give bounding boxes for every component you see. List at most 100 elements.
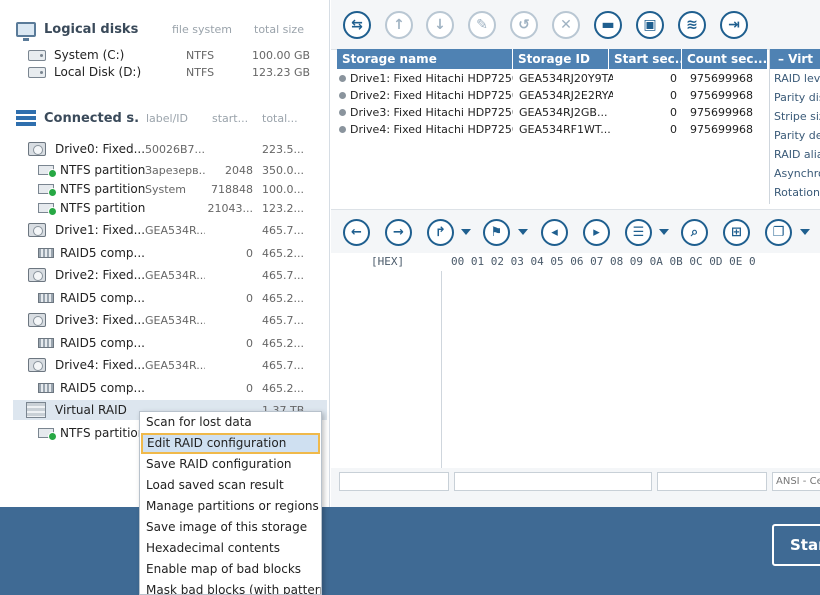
col-storage-name[interactable]: Storage name (337, 49, 513, 69)
storage-name: NTFS partition (60, 163, 146, 177)
storage-total: 465.7... (262, 358, 304, 372)
table-row[interactable]: Drive4: Fixed Hitachi HDP7250... GEA534RF… (337, 121, 767, 138)
chevron-down-icon[interactable] (461, 229, 471, 235)
raid-component-icon (38, 338, 54, 348)
hex-view[interactable] (331, 271, 820, 468)
menu-item-load-saved-scan-result[interactable]: Load saved scan result (140, 475, 321, 496)
partition-item[interactable]: NTFS partition System 718848 100.0... (0, 179, 329, 199)
partition-item[interactable]: NTFS partition Зарезерв... 2048 350.0... (0, 160, 329, 180)
drive-item[interactable]: Drive4: Fixed... GEA534R... 465.7... (0, 355, 329, 375)
partition-item[interactable]: RAID5 comp... 0 465.2... (0, 243, 329, 263)
status-dot-icon (339, 75, 346, 82)
menu-item-edit-raid-configuration[interactable]: Edit RAID configuration (141, 433, 320, 454)
menu-item-save-raid-configuration[interactable]: Save RAID configuration (140, 454, 321, 475)
bottom-bar: Star (0, 507, 820, 595)
properties-header[interactable]: – Virt (770, 49, 820, 69)
menu-item-manage-partitions-or-regions[interactable]: Manage partitions or regions (140, 496, 321, 517)
property-item[interactable]: Rotation s (770, 183, 820, 202)
value-field[interactable] (454, 472, 652, 491)
save-icon[interactable]: ▣ (636, 11, 664, 39)
partition-item[interactable]: RAID5 comp... 0 465.2... (0, 378, 329, 398)
back-arrow-icon[interactable]: ← (343, 219, 370, 246)
disk-icon (28, 66, 46, 78)
storage-total: 223.5... (262, 142, 304, 156)
partition-item[interactable]: NTFS partition 21043... 123.2... (0, 198, 329, 218)
partition-item[interactable]: RAID5 comp... 0 465.2... (0, 333, 329, 353)
start-button[interactable]: Star (772, 524, 820, 566)
edit-icon[interactable]: ✎ (468, 11, 496, 39)
encoding-field[interactable]: ANSI - Ce (772, 472, 820, 491)
hard-drive-icon (28, 142, 46, 156)
col-storage-id[interactable]: Storage ID (513, 49, 609, 69)
property-item[interactable]: RAID alias (770, 145, 820, 164)
storage-total: 100.0... (262, 182, 304, 196)
property-item[interactable]: Parity dist (770, 88, 820, 107)
layers-icon[interactable]: ≋ (678, 11, 706, 39)
close-icon[interactable]: ✕ (552, 11, 580, 39)
hex-toolbar: ← → ↱ ⚑ ◂ ▸ ☰ ⌕ ⊞ ❐ (331, 209, 820, 253)
property-item[interactable]: Asynchro (770, 164, 820, 183)
storage-table: Storage name Storage ID Start sec... Cou… (337, 49, 767, 204)
storage-label: GEA534R... (145, 358, 205, 372)
partition-item[interactable]: RAID5 comp... 0 465.2... (0, 288, 329, 308)
grid-icon[interactable]: ⊞ (723, 219, 750, 246)
cell-count: 975699968 (690, 89, 753, 102)
selection-field[interactable] (657, 472, 767, 491)
storage-start: 0 (246, 291, 253, 305)
down-arrow-icon[interactable]: ↓ (426, 11, 454, 39)
list-icon[interactable]: ☰ (625, 219, 652, 246)
exit-icon[interactable]: ⇥ (720, 11, 748, 39)
property-item[interactable]: RAID leve (770, 69, 820, 88)
table-row[interactable]: Drive3: Fixed Hitachi HDP7250... GEA534RJ… (337, 104, 767, 121)
cell-name: Drive4: Fixed Hitachi HDP7250... (350, 123, 513, 136)
col-total: total... (262, 111, 298, 125)
chevron-down-icon[interactable] (518, 229, 528, 235)
hex-column-offsets: 00 01 02 03 04 05 06 07 08 09 0A 0B 0C 0… (451, 255, 756, 268)
tag-right-icon[interactable]: ▸ (583, 219, 610, 246)
tag-left-icon[interactable]: ◂ (541, 219, 568, 246)
search-icon[interactable]: ⌕ (681, 219, 708, 246)
storage-total: 465.2... (262, 381, 304, 395)
hex-mode-label: [HEX] (371, 255, 405, 268)
property-item[interactable]: Stripe size (770, 107, 820, 126)
col-start-sector[interactable]: Start sec... (609, 49, 682, 69)
copy-icon[interactable]: ❐ (765, 219, 792, 246)
col-total-size: total size (254, 22, 304, 36)
drive-item[interactable]: Drive0: Fixed... 50026B7... 223.5... (0, 139, 329, 159)
raid-icon[interactable]: ⇆ (343, 11, 371, 39)
storage-name: NTFS partition (60, 201, 146, 215)
chevron-down-icon[interactable] (659, 229, 669, 235)
storage-start: 0 (246, 246, 253, 260)
property-item[interactable]: Parity del (770, 126, 820, 145)
undo-icon[interactable]: ↺ (510, 11, 538, 39)
table-row[interactable]: Drive1: Fixed Hitachi HDP7250... GEA534RJ… (337, 70, 767, 87)
col-count-sector[interactable]: Count sec... (682, 49, 767, 69)
storage-table-header: Storage name Storage ID Start sec... Cou… (337, 49, 767, 69)
connected-title: Connected s... (44, 110, 139, 126)
storage-label: System (145, 182, 187, 196)
menu-item-enable-map-of-bad-blocks[interactable]: Enable map of bad blocks (140, 559, 321, 580)
menu-item-scan-for-lost-data[interactable]: Scan for lost data (140, 412, 321, 433)
menu-item-mask-bad-blocks-with-pattern[interactable]: Mask bad blocks (with pattern) (140, 580, 321, 594)
cell-name: Drive3: Fixed Hitachi HDP7250... (350, 106, 513, 119)
hard-drive-icon (28, 358, 46, 372)
logical-disk-item[interactable]: Local Disk (D:) NTFS 123.23 GB (0, 62, 329, 82)
partition-icon (38, 203, 57, 216)
server-icon (16, 110, 36, 126)
col-label: label/ID (146, 111, 189, 125)
partition-icon (38, 165, 57, 178)
folder-icon[interactable]: ▬ (594, 11, 622, 39)
offset-field[interactable] (339, 472, 449, 491)
chevron-down-icon[interactable] (800, 229, 810, 235)
main-toolbar: ⇆ ↑ ↓ ✎ ↺ ✕ ▬ ▣ ≋ ⇥ (331, 0, 820, 50)
up-arrow-icon[interactable]: ↑ (385, 11, 413, 39)
menu-item-save-image-of-this-storage[interactable]: Save image of this storage (140, 517, 321, 538)
table-row[interactable]: Drive2: Fixed Hitachi HDP7250... GEA534RJ… (337, 87, 767, 104)
menu-item-hexadecimal-contents[interactable]: Hexadecimal contents (140, 538, 321, 559)
forward-arrow-icon[interactable]: → (385, 219, 412, 246)
redirect-arrow-icon[interactable]: ↱ (427, 219, 454, 246)
drive-item[interactable]: Drive2: Fixed... GEA534R... 465.7... (0, 265, 329, 285)
drive-item[interactable]: Drive3: Fixed... GEA534R... 465.7... (0, 310, 329, 330)
bookmark-icon[interactable]: ⚑ (483, 219, 510, 246)
drive-item[interactable]: Drive1: Fixed... GEA534R... 465.7... (0, 220, 329, 240)
